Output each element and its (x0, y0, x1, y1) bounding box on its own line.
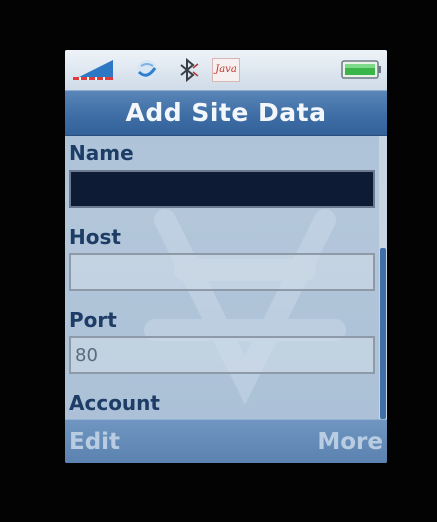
bluetooth-icon (180, 58, 199, 82)
softkey-bar: Edit More (65, 419, 387, 463)
connection-swirl-icon (137, 60, 157, 80)
edit-softkey[interactable]: Edit (69, 420, 120, 463)
more-softkey[interactable]: More (317, 420, 383, 463)
scrollbar-track[interactable] (379, 136, 387, 419)
phone-bezel: Java Add Site Data Name Host Port Accoun… (0, 0, 437, 522)
scrollbar-thumb[interactable] (380, 248, 386, 419)
port-input[interactable] (69, 336, 375, 374)
host-label: Host (69, 225, 121, 249)
site-data-form: Name Host Port Account (65, 136, 379, 419)
name-label: Name (69, 141, 134, 165)
java-badge-icon: Java (212, 58, 240, 82)
name-input[interactable] (69, 170, 375, 208)
title-bar: Add Site Data (65, 90, 387, 136)
account-label: Account (69, 391, 160, 415)
phone-screen: Java Add Site Data Name Host Port Accoun… (65, 50, 387, 463)
status-bar: Java (65, 50, 387, 90)
host-input[interactable] (69, 253, 375, 291)
page-title: Add Site Data (125, 98, 327, 127)
port-label: Port (69, 308, 117, 332)
battery-icon (341, 60, 381, 79)
signal-strength-icon (73, 60, 113, 80)
